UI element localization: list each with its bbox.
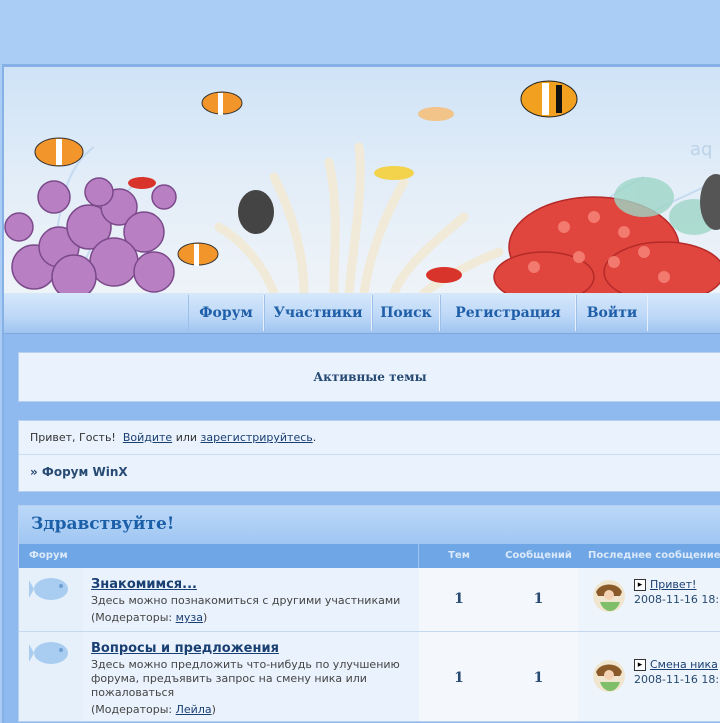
svg-text:aq: aq [690, 139, 712, 160]
moderators-label: (Модераторы: [91, 611, 173, 624]
go-to-last-post-icon[interactable]: ▸ [634, 579, 646, 591]
category-header: Здравствуйте! [19, 506, 720, 544]
moderator-link[interactable]: муза [176, 611, 203, 624]
moderators-close: ) [203, 611, 208, 624]
fish-icon [29, 578, 68, 600]
greeting-line: Привет, Гость! Войдите или зарегистрируй… [30, 431, 316, 444]
forum-row: Знакомимся... Здесь можно познакомиться … [83, 568, 420, 632]
last-post-date: 2008-11-16 18: [634, 593, 720, 606]
greeting-divider [19, 454, 720, 455]
forum-posts-count: 1 [499, 632, 579, 721]
top-strip [0, 0, 720, 64]
header-topics: Тем [419, 544, 500, 568]
nav-register[interactable]: Регистрация [440, 295, 576, 331]
register-link[interactable]: зарегистрируйтесь [201, 431, 313, 444]
header-forum: Форум [19, 544, 419, 568]
forum-description: Здесь можно познакомиться с другими учас… [91, 594, 401, 607]
forum-moderators: (Модераторы: Лейла) [91, 703, 216, 716]
moderator-link[interactable]: Лейла [176, 703, 212, 716]
forum-description: Здесь можно предложить что-нибудь по улу… [91, 658, 400, 699]
aquarium-banner: aq [4, 67, 720, 293]
active-topics-link[interactable]: Активные темы [18, 352, 720, 402]
forum-row-icon-cell [19, 632, 84, 721]
greeting-text: Привет, Гость! [30, 431, 116, 444]
header-posts: Сообщений [499, 544, 579, 568]
forum-topics-count: 1 [419, 632, 500, 721]
forum-category: Здравствуйте! Форум Тем Сообщений Послед… [18, 505, 720, 722]
forum-name-link[interactable]: Вопросы и предложения [91, 641, 279, 656]
forum-last-post: ▸ Привет! 2008-11-16 18: [578, 568, 720, 632]
nav-search[interactable]: Поиск [372, 295, 440, 331]
greeting-or: или [175, 431, 198, 444]
avatar[interactable] [590, 658, 628, 698]
nav-login[interactable]: Войти [576, 295, 648, 331]
forum-last-post: ▸ Смена ника 2008-11-16 18: [578, 632, 720, 721]
last-post-link[interactable]: Смена ника [650, 658, 718, 671]
main-nav: Форум Участники Поиск Регистрация Войти [4, 293, 720, 334]
forum-name-link[interactable]: Знакомимся... [91, 577, 197, 592]
category-title[interactable]: Здравствуйте! [31, 514, 174, 534]
forum-row: Вопросы и предложения Здесь можно предло… [83, 632, 420, 721]
greeting-box: Привет, Гость! Войдите или зарегистрируй… [18, 420, 720, 492]
forum-posts-count: 1 [499, 568, 579, 632]
moderators-close: ) [211, 703, 216, 716]
greeting-dot: . [312, 431, 317, 444]
login-link[interactable]: Войдите [123, 431, 172, 444]
fish-icon [29, 642, 68, 664]
forum-moderators: (Модераторы: муза) [91, 611, 207, 624]
last-post-link[interactable]: Привет! [650, 578, 696, 591]
nav-members[interactable]: Участники [264, 295, 372, 331]
last-post-date: 2008-11-16 18: [634, 673, 720, 686]
header-last-post: Последнее сообщение [578, 544, 720, 568]
forum-row-icon-cell [19, 568, 84, 632]
moderators-label: (Модераторы: [91, 703, 173, 716]
nav-forum[interactable]: Форум [188, 295, 264, 331]
go-to-last-post-icon[interactable]: ▸ [634, 659, 646, 671]
avatar[interactable] [590, 578, 628, 618]
breadcrumb[interactable]: » Форум WinX [30, 465, 128, 479]
forum-topics-count: 1 [419, 568, 500, 632]
